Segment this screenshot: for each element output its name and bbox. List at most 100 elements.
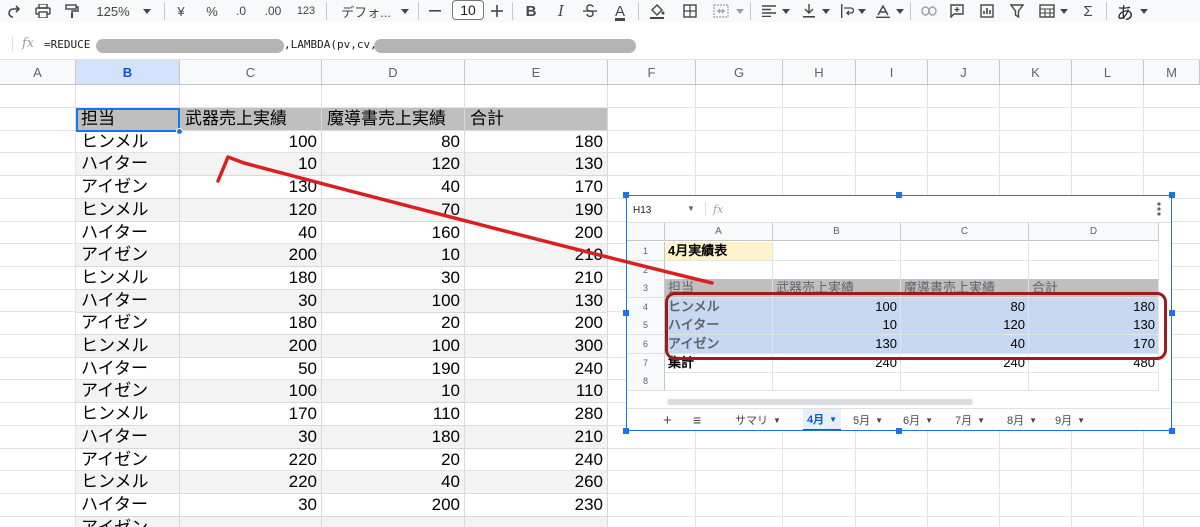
table-cell[interactable]: 30 — [180, 493, 322, 517]
merge-cells-icon[interactable] — [710, 0, 732, 22]
table-cell[interactable]: ハイター — [76, 357, 180, 381]
active-cell-selection[interactable] — [76, 108, 180, 132]
table-cell[interactable]: 120 — [180, 198, 322, 222]
table-cell[interactable]: 240 — [465, 448, 608, 472]
fill-handle[interactable] — [176, 128, 183, 135]
table-cell[interactable]: 40 — [322, 176, 465, 200]
table-cell[interactable]: 10 — [180, 153, 322, 177]
font-caret-icon[interactable] — [398, 0, 412, 22]
header-cell[interactable]: 魔導書売上実績 — [322, 108, 465, 131]
table-cell[interactable]: 70 — [322, 198, 465, 222]
column-header-b[interactable]: B — [76, 60, 180, 85]
horizontal-align-icon[interactable] — [758, 0, 780, 22]
table-cell[interactable]: ヒンメル — [76, 130, 180, 154]
header-cell[interactable]: 武器売上実績 — [180, 108, 322, 131]
table-cell[interactable]: ヒンメル — [76, 335, 180, 358]
insert-comment-icon[interactable] — [946, 0, 968, 22]
text-wrap-icon[interactable] — [836, 0, 858, 22]
table-cell[interactable]: 300 — [465, 335, 608, 358]
filter-views-icon[interactable] — [1036, 0, 1058, 22]
table-cell[interactable]: 100 — [180, 380, 322, 404]
table-cell[interactable]: ハイター — [76, 493, 180, 517]
wrap-caret-icon[interactable] — [856, 0, 868, 22]
resize-handle[interactable] — [623, 428, 629, 434]
formula-bar[interactable]: fx =REDUCE ,LAMBDA(pv,cv, — [0, 22, 1200, 60]
table-cell[interactable]: 260 — [465, 471, 608, 495]
table-cell[interactable]: 170 — [465, 176, 608, 200]
table-cell[interactable]: 10 — [322, 244, 465, 268]
table-cell[interactable]: 180 — [180, 266, 322, 290]
table-cell[interactable]: 180 — [180, 312, 322, 336]
table-cell[interactable]: 210 — [465, 244, 608, 268]
formula-text-lambda[interactable]: ,LAMBDA(pv,cv, — [284, 38, 377, 51]
resize-handle[interactable] — [623, 192, 629, 198]
paint-format-icon[interactable] — [62, 0, 82, 22]
column-header-g[interactable]: G — [696, 60, 783, 85]
resize-handle[interactable] — [1169, 192, 1175, 198]
table-cell[interactable]: 30 — [322, 266, 465, 290]
table-cell[interactable]: 210 — [465, 266, 608, 290]
header-cell[interactable]: 合計 — [465, 108, 608, 131]
table-cell[interactable]: 190 — [322, 357, 465, 381]
redo-icon[interactable] — [4, 0, 24, 22]
borders-icon[interactable] — [680, 0, 700, 22]
table-cell[interactable]: 30 — [180, 289, 322, 313]
zoom-select[interactable]: 125% — [92, 0, 134, 22]
table-cell[interactable]: 40 — [180, 221, 322, 245]
insert-link-icon[interactable] — [918, 0, 940, 22]
table-cell[interactable]: 80 — [322, 130, 465, 154]
table-cell[interactable]: ヒンメル — [76, 471, 180, 495]
table-cell[interactable]: 160 — [322, 221, 465, 245]
column-header-a[interactable]: A — [0, 60, 76, 85]
table-cell[interactable]: 240 — [465, 357, 608, 381]
functions-icon[interactable]: Σ — [1078, 0, 1098, 22]
bold-button[interactable]: B — [522, 0, 540, 22]
rotation-caret-icon[interactable] — [894, 0, 906, 22]
table-cell[interactable]: 200 — [465, 221, 608, 245]
print-icon[interactable] — [32, 0, 54, 22]
table-cell[interactable]: アイゼン — [76, 448, 180, 472]
table-cell[interactable]: 230 — [465, 493, 608, 517]
table-cell[interactable]: 20 — [322, 312, 465, 336]
table-cell[interactable]: 50 — [180, 357, 322, 381]
column-header-f[interactable]: F — [608, 60, 696, 85]
formula-text-start[interactable]: =REDUCE — [44, 38, 90, 51]
valign-caret-icon[interactable] — [820, 0, 832, 22]
decrease-decimal-button[interactable]: .0 — [230, 0, 252, 22]
table-cell[interactable]: アイゼン — [76, 176, 180, 200]
table-cell[interactable]: 180 — [465, 130, 608, 154]
table-cell[interactable]: 170 — [180, 403, 322, 427]
table-cell[interactable]: 130 — [465, 289, 608, 313]
table-cell[interactable]: 110 — [465, 380, 608, 404]
table-cell[interactable]: 40 — [322, 471, 465, 495]
input-tools-caret-icon[interactable] — [1138, 0, 1150, 22]
zoom-caret-icon[interactable] — [140, 0, 154, 22]
input-tools-button[interactable]: あ — [1114, 0, 1136, 23]
table-cell[interactable]: ハイター — [76, 153, 180, 177]
vertical-align-icon[interactable] — [798, 0, 820, 22]
font-size-plus-icon[interactable] — [488, 0, 506, 22]
table-cell[interactable]: 280 — [465, 403, 608, 427]
column-header-m[interactable]: M — [1144, 60, 1200, 85]
strikethrough-icon[interactable] — [580, 0, 600, 22]
table-cell[interactable]: 200 — [322, 493, 465, 517]
column-header-j[interactable]: J — [928, 60, 1000, 85]
italic-button[interactable]: I — [552, 0, 570, 22]
table-cell[interactable] — [322, 516, 465, 527]
resize-handle[interactable] — [1169, 428, 1175, 434]
resize-handle[interactable] — [623, 310, 629, 316]
table-cell[interactable]: アイゼン — [76, 516, 180, 527]
table-cell[interactable]: ハイター — [76, 289, 180, 313]
table-cell[interactable]: 190 — [465, 198, 608, 222]
resize-handle[interactable] — [896, 192, 902, 198]
resize-handle[interactable] — [896, 428, 902, 434]
column-header-l[interactable]: L — [1072, 60, 1144, 85]
table-cell[interactable] — [180, 516, 322, 527]
column-header-e[interactable]: E — [465, 60, 608, 85]
table-cell[interactable]: 10 — [322, 380, 465, 404]
table-cell[interactable]: 200 — [465, 312, 608, 336]
table-cell[interactable] — [465, 516, 608, 527]
table-cell[interactable]: 130 — [465, 153, 608, 177]
filter-icon[interactable] — [1006, 0, 1028, 22]
table-cell[interactable]: ハイター — [76, 221, 180, 245]
